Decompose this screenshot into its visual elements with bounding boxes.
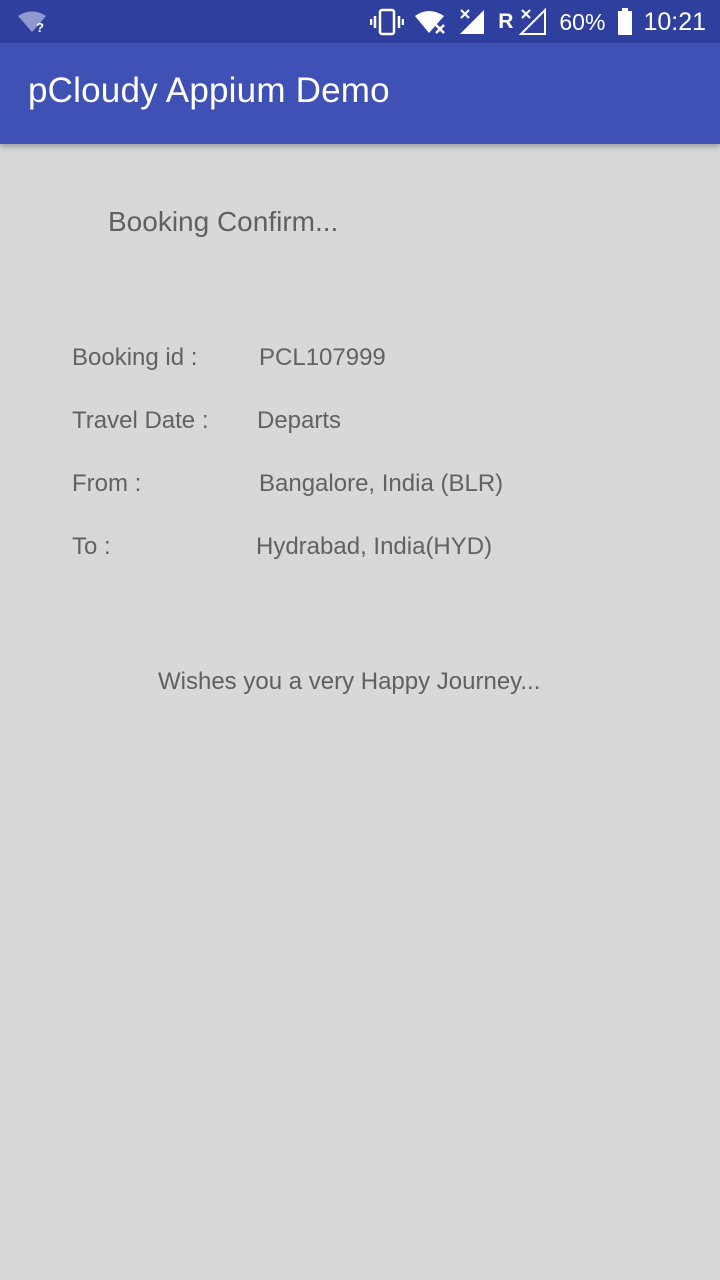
clock: 10:21: [643, 7, 706, 36]
booking-content: Booking Confirm... Booking id : PCL10799…: [0, 144, 720, 1280]
from-row: From : Bangalore, India (BLR): [72, 470, 672, 502]
wifi-unknown-icon: ?: [16, 10, 48, 39]
travel-date-label: Travel Date :: [72, 407, 209, 434]
wifi-no-data-icon: [414, 8, 448, 36]
to-value: Hydrabad, India(HYD): [256, 533, 493, 560]
svg-text:?: ?: [36, 20, 44, 34]
roaming-indicator: R: [498, 10, 514, 33]
travel-date-row: Travel Date : Departs: [72, 407, 672, 439]
roaming-signal-icon: [519, 8, 549, 36]
from-label: From :: [72, 470, 142, 497]
booking-id-label: Booking id :: [72, 344, 198, 371]
booking-heading: Booking Confirm...: [108, 206, 339, 237]
wishes-message: Wishes you a very Happy Journey...: [158, 668, 541, 695]
app-title: pCloudy Appium Demo: [28, 71, 390, 110]
vibrate-icon: [370, 8, 405, 36]
to-row: To : Hydrabad, India(HYD): [72, 533, 672, 565]
app-bar: pCloudy Appium Demo: [0, 43, 720, 144]
battery-percent: 60%: [559, 8, 606, 35]
battery-icon: [617, 8, 633, 36]
status-bar: ? R 60% 10:21: [0, 0, 720, 43]
travel-date-value: Departs: [257, 407, 342, 434]
booking-id-row: Booking id : PCL107999: [72, 344, 672, 376]
booking-id-value: PCL107999: [259, 344, 386, 371]
to-label: To :: [72, 533, 111, 560]
signal-no-data-icon: [458, 8, 488, 36]
from-value: Bangalore, India (BLR): [259, 470, 504, 497]
